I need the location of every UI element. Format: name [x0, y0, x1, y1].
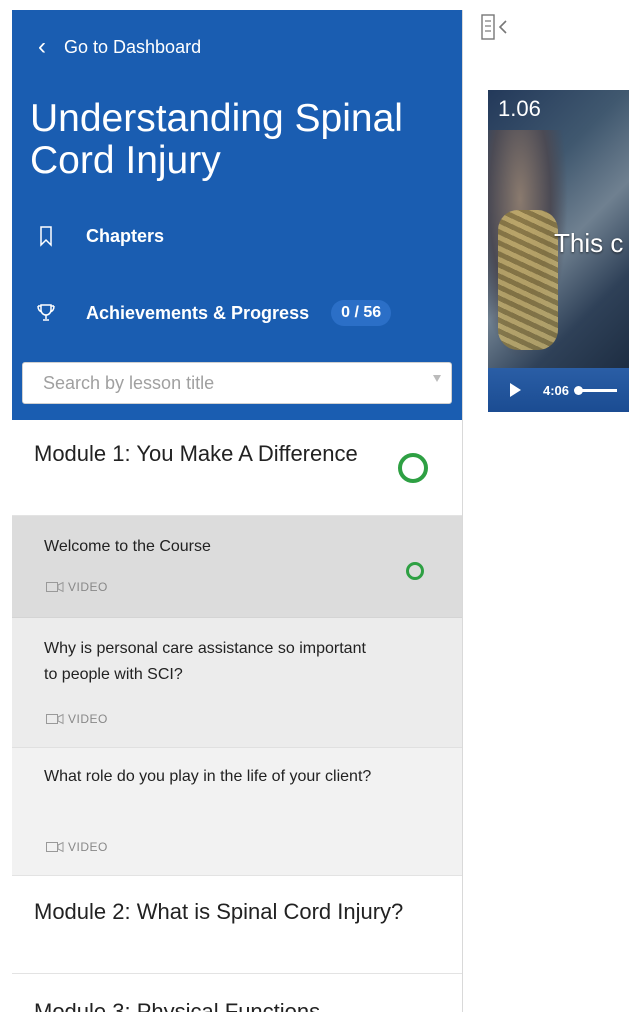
- course-title: Understanding Spinal Cord Injury: [30, 97, 403, 182]
- lesson-item[interactable]: Why is personal care assistance so impor…: [12, 618, 462, 748]
- collapse-sidebar-icon[interactable]: [480, 12, 516, 42]
- trophy-icon: [37, 304, 55, 321]
- module-item[interactable]: Module 1: You Make A Difference: [12, 420, 462, 516]
- lesson-item[interactable]: What role do you play in the life of you…: [12, 748, 462, 876]
- back-to-dashboard-link[interactable]: ‹ Go to Dashboard: [38, 33, 202, 60]
- lesson-title: What role do you play in the life of you…: [44, 768, 372, 785]
- dropdown-caret-icon[interactable]: [433, 375, 441, 382]
- completion-ring-icon: [398, 453, 428, 483]
- back-link-label: Go to Dashboard: [64, 36, 202, 57]
- chapters-label: Chapters: [86, 225, 165, 246]
- course-sidebar: ‹ Go to Dashboard Understanding Spinal C…: [12, 10, 463, 1012]
- video-controls: 4:06: [488, 368, 629, 412]
- video-timecode: 1.06: [498, 96, 541, 121]
- completion-ring-icon: [406, 562, 424, 580]
- module-title: Module 3: Physical Functions: [34, 999, 321, 1012]
- video-player[interactable]: 1.06 This c 4:06: [488, 90, 629, 412]
- lesson-item[interactable]: Welcome to the Course VIDEO: [12, 516, 462, 618]
- video-scrubber[interactable]: [574, 385, 618, 395]
- lesson-search[interactable]: [22, 362, 452, 404]
- play-icon[interactable]: [510, 383, 521, 397]
- progress-badge: 0 / 56: [331, 300, 392, 326]
- lesson-type-label: VIDEO: [68, 712, 108, 726]
- video-camera-icon: [46, 713, 64, 725]
- lesson-type-tag: VIDEO: [46, 712, 108, 726]
- video-frame-scarf: [498, 210, 558, 350]
- chevron-left-icon: ‹: [38, 33, 46, 60]
- lesson-type-label: VIDEO: [68, 580, 108, 594]
- lesson-type-tag: VIDEO: [46, 580, 108, 594]
- bookmark-icon: [40, 226, 52, 247]
- achievements-link[interactable]: Achievements & Progress 0 / 56: [34, 300, 449, 326]
- lesson-type-tag: VIDEO: [46, 840, 108, 854]
- lesson-title: Welcome to the Course: [44, 538, 211, 555]
- sidebar-header: ‹ Go to Dashboard Understanding Spinal C…: [12, 10, 462, 420]
- video-camera-icon: [46, 581, 64, 593]
- module-title: Module 2: What is Spinal Cord Injury?: [34, 899, 404, 924]
- chapters-link[interactable]: Chapters: [34, 224, 164, 248]
- video-caption: This c: [554, 228, 624, 258]
- video-duration: 4:06: [543, 382, 570, 398]
- achievements-label: Achievements & Progress: [86, 302, 310, 323]
- lesson-title: Why is personal care assistance so impor…: [44, 640, 366, 683]
- module-item[interactable]: Module 3: Physical Functions: [12, 974, 462, 1012]
- lesson-search-input[interactable]: [41, 363, 435, 403]
- module-item[interactable]: Module 2: What is Spinal Cord Injury?: [12, 876, 462, 974]
- video-camera-icon: [46, 841, 64, 853]
- lesson-type-label: VIDEO: [68, 840, 108, 854]
- module-title: Module 1: You Make A Difference: [34, 441, 358, 466]
